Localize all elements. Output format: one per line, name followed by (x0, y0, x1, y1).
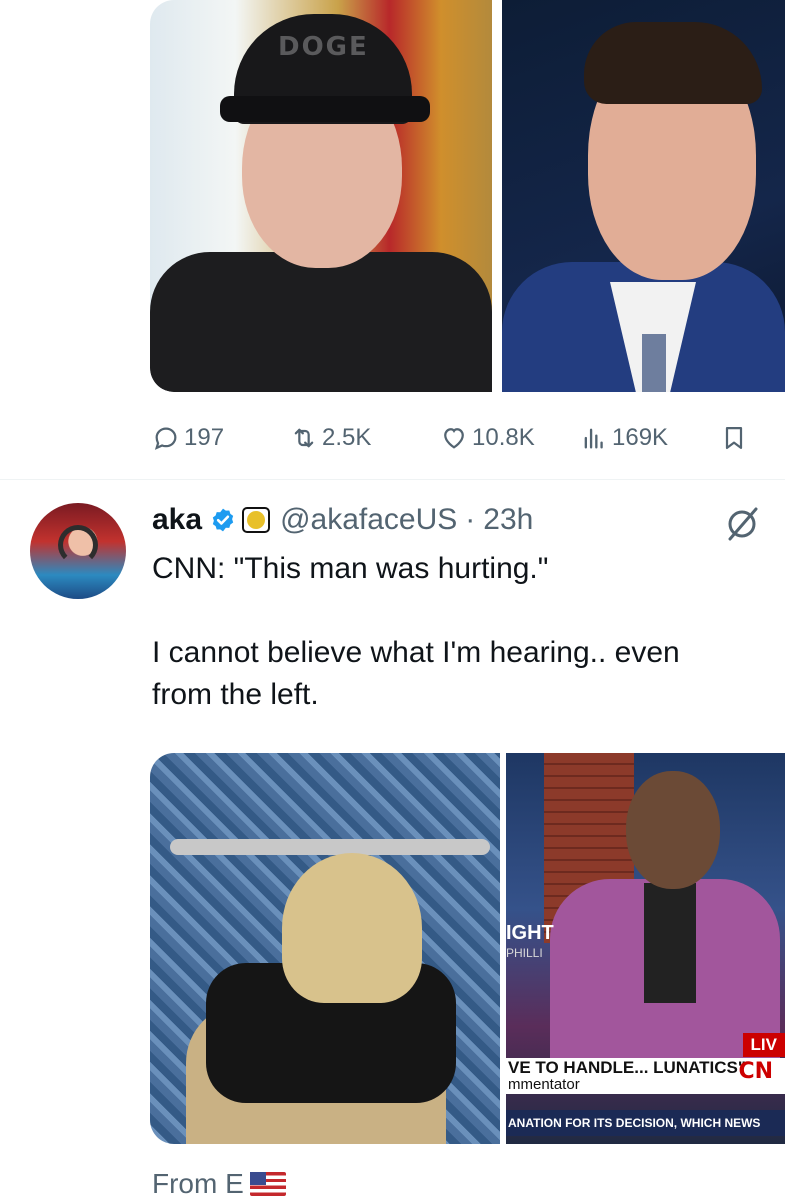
reply-icon (154, 427, 177, 450)
photo-figure-tie (642, 334, 666, 392)
from-text: From E (152, 1168, 244, 1199)
tweet2-footer: From E (152, 1168, 286, 1200)
photo-figure-cap-brim (220, 96, 430, 122)
cap-text: DOGE (278, 32, 369, 62)
avatar-headset-shape (58, 525, 98, 565)
tweet2-photo-left[interactable] (150, 753, 500, 1144)
avatar[interactable] (30, 503, 126, 599)
photo-person-head (282, 853, 422, 1003)
studio-side-label-main: IGHT (506, 922, 554, 944)
live-badge: LIV (742, 1033, 785, 1057)
tweet2-header: aka @akafaceUS · 23h (152, 500, 533, 540)
tweet2-photo-right[interactable]: IGHT PHILLI LIV VE TO HANDLE... LUNATICS… (506, 753, 785, 1144)
us-flag-icon (249, 1172, 286, 1196)
studio-person-head (626, 771, 720, 889)
studio-side-label: IGHT PHILLI (506, 923, 554, 963)
repost-button[interactable]: 2.5K (290, 418, 371, 458)
bookmark-icon (725, 426, 743, 450)
studio-person-shirt (644, 883, 696, 1003)
author-handle[interactable]: @akafaceUS (280, 503, 457, 537)
tweet1-action-bar: 197 2.5K 10.8K 169K (152, 418, 762, 458)
time-separator: · (465, 503, 476, 536)
affiliate-badge-icon (242, 507, 271, 533)
reply-count: 197 (184, 424, 225, 451)
tweet-text-line: from the left. (152, 678, 319, 711)
views-chart-icon (584, 428, 603, 449)
bus-seat-rail (170, 839, 490, 855)
tweet2-media-grid[interactable]: IGHT PHILLI LIV VE TO HANDLE... LUNATICS… (150, 753, 785, 1144)
tweet-text-line: CNN: "This man was hurting." (152, 552, 549, 585)
tweet2-text: CNN: "This man was hurting." I cannot be… (152, 548, 785, 716)
views-button[interactable]: 169K (580, 418, 668, 458)
bookmark-button[interactable] (720, 418, 748, 458)
reply-button[interactable]: 197 (152, 418, 224, 458)
author-name[interactable]: aka (152, 503, 202, 537)
post-time[interactable]: 23h (483, 503, 533, 537)
like-count: 10.8K (472, 424, 535, 451)
like-button[interactable]: 10.8K (440, 418, 535, 458)
photo-figure-jacket (150, 252, 492, 392)
views-count: 169K (612, 424, 669, 451)
heart-icon (444, 428, 464, 449)
repost-count: 2.5K (322, 424, 372, 451)
chyron-main: VE TO HANDLE... LUNATICS" (508, 1058, 746, 1077)
tweet-text-line: I cannot believe what I'm hearing.. even (152, 636, 680, 669)
studio-side-label-sub: PHILLI (506, 946, 543, 960)
cnn-logo: CN (738, 1059, 773, 1084)
news-ticker: ANATION FOR ITS DECISION, WHICH NEWS (506, 1110, 785, 1136)
tweet1-photo-right[interactable] (502, 0, 785, 392)
grok-icon[interactable] (722, 503, 762, 543)
tweet1-media-grid[interactable]: DOGE (150, 0, 785, 392)
photo-figure-hair (584, 22, 762, 104)
repost-icon (294, 428, 314, 448)
tweet-divider (0, 479, 785, 480)
tweet1-photo-left[interactable]: DOGE (150, 0, 492, 392)
verified-badge-icon (212, 508, 234, 532)
